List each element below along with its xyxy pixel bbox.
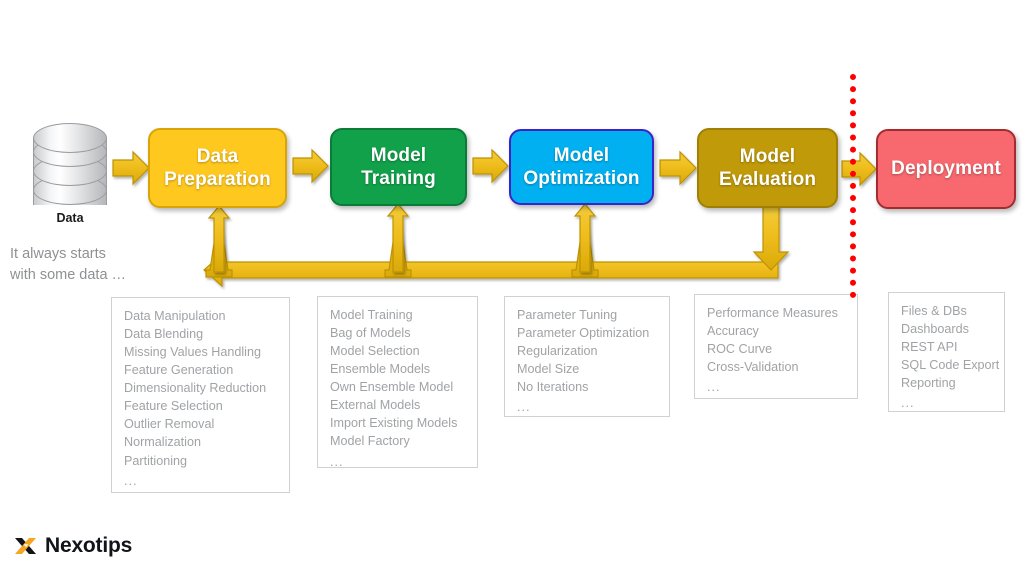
list-item-ellipsis: ... — [517, 400, 531, 415]
list-item: REST API — [901, 340, 958, 355]
list-item: Partitioning — [124, 453, 188, 468]
list-item: Data Manipulation — [124, 309, 226, 323]
list-item: Performance Measures — [707, 306, 838, 320]
list-item: Parameter Tuning — [517, 308, 618, 322]
brand-logo: Nexotips — [14, 534, 132, 558]
stage-label-line1: Model — [370, 144, 427, 166]
list-item: Files & DBs — [901, 304, 967, 318]
list-item-ellipsis: ... — [901, 396, 915, 411]
list-item: Accuracy — [707, 324, 759, 339]
arrow-optimization-to-evaluation — [659, 150, 697, 186]
stage-label-line2: Training — [361, 168, 436, 189]
list-item: Dashboards — [901, 322, 969, 337]
list-item: Own Ensemble Model — [330, 380, 454, 395]
brand-logo-text: Nexotips — [45, 534, 133, 557]
list-item: Cross-Validation — [707, 360, 799, 375]
list-item: Model Size — [517, 362, 580, 377]
stage-box-deployment[interactable]: Deployment — [876, 129, 1016, 209]
list-item: Normalization — [124, 435, 201, 450]
pipeline-diagram: Data It always starts with some data … D… — [0, 0, 1024, 576]
list-item: ROC Curve — [707, 342, 773, 357]
list-item: Outlier Removal — [124, 417, 215, 432]
details-box-data-preparation: Data Manipulation Data Blending Missing … — [111, 297, 290, 493]
arrow-feedback-bar — [203, 252, 779, 288]
details-box-model-training: Model Training Bag of Models Model Selec… — [317, 296, 478, 469]
list-item: Missing Values Handling — [124, 345, 261, 360]
stage-label-line1: Model — [553, 144, 610, 166]
list-item: Reporting — [901, 376, 956, 391]
list-item: Model Factory — [330, 434, 410, 449]
list-item-ellipsis: ... — [707, 380, 721, 395]
stage-label-line1: Model — [739, 145, 796, 167]
list-item: Data Blending — [124, 327, 204, 342]
details-box-deployment: Files & DBs Dashboards REST API SQL Code… — [888, 292, 1005, 412]
x-mark-icon — [15, 538, 36, 554]
list-item: Feature Generation — [124, 363, 234, 378]
stage-label-line2: Optimization — [523, 168, 640, 189]
list-item: Dimensionality Reduction — [124, 381, 267, 396]
arrow-evaluation-down-leg — [752, 205, 790, 271]
list-item: Ensemble Models — [330, 362, 431, 377]
stage-box-model-training[interactable]: Model Training — [330, 128, 467, 206]
list-item: Regularization — [517, 344, 598, 359]
list-item-ellipsis: ... — [124, 473, 138, 488]
stage-label-line2: Evaluation — [718, 169, 817, 190]
database-cylinder-icon — [33, 123, 107, 205]
stage-box-model-evaluation[interactable]: Model Evaluation — [697, 128, 838, 208]
list-item: Model Training — [330, 308, 413, 322]
stage-label-line1: Data — [196, 145, 239, 167]
arrow-preparation-to-training — [292, 148, 329, 184]
stage-box-data-preparation[interactable]: Data Preparation — [148, 128, 287, 208]
production-boundary-divider — [850, 74, 856, 298]
details-box-model-optimization: Parameter Tuning Parameter Optimization … — [504, 296, 670, 417]
list-item: External Models — [330, 398, 421, 413]
list-item-ellipsis: ... — [330, 454, 344, 469]
arrow-data-to-preparation — [112, 150, 150, 186]
arrow-evaluation-to-deployment — [841, 151, 877, 187]
list-item: Bag of Models — [330, 326, 411, 341]
details-box-model-evaluation: Performance Measures Accuracy ROC Curve … — [694, 294, 858, 399]
list-item: No Iterations — [517, 380, 589, 395]
list-item: SQL Code Export — [901, 358, 1000, 373]
arrow-training-to-optimization — [472, 148, 509, 184]
list-item: Import Existing Models — [330, 416, 458, 431]
stage-box-model-optimization[interactable]: Model Optimization — [509, 129, 654, 205]
stage-label-line2: Preparation — [164, 169, 271, 190]
list-item: Feature Selection — [124, 399, 223, 414]
list-item: Model Selection — [330, 344, 420, 359]
list-item: Parameter Optimization — [517, 326, 650, 341]
stage-label-line1: Deployment — [891, 158, 1001, 180]
